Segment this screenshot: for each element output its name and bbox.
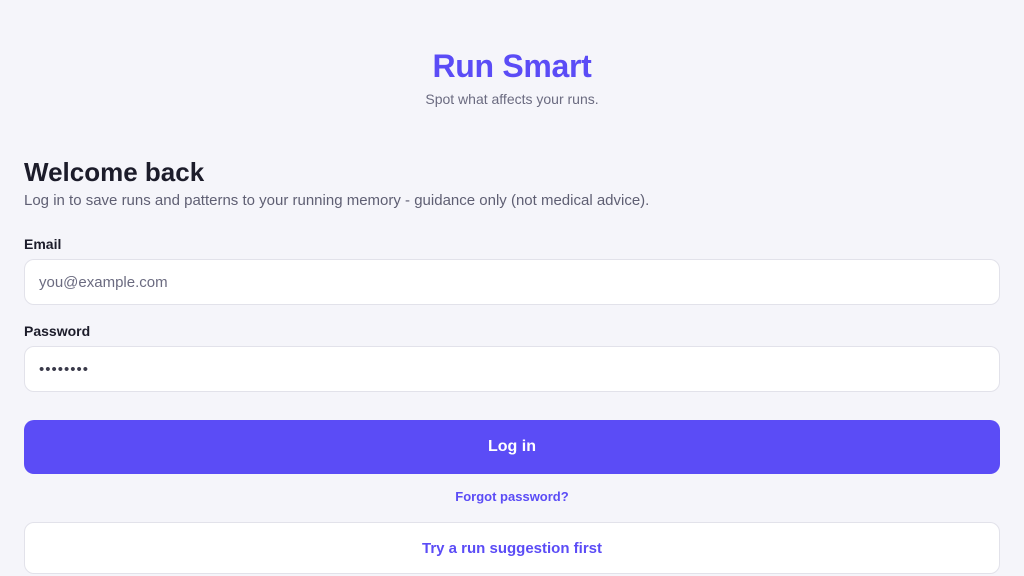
- login-button[interactable]: Log in: [24, 420, 1000, 474]
- try-run-suggestion-button[interactable]: Try a run suggestion first: [24, 522, 1000, 574]
- email-label: Email: [24, 236, 62, 252]
- login-screen: Run Smart Spot what affects your runs. W…: [0, 0, 1024, 576]
- app-title: Run Smart: [432, 48, 592, 84]
- page-subtitle: Log in to save runs and patterns to your…: [24, 192, 650, 209]
- email-field[interactable]: [24, 259, 1000, 305]
- forgot-password-link[interactable]: Forgot password?: [0, 488, 1024, 506]
- app-tagline: Spot what affects your runs.: [425, 91, 599, 107]
- password-label: Password: [24, 323, 91, 339]
- page-title: Welcome back: [24, 157, 205, 187]
- password-field[interactable]: [24, 346, 1000, 392]
